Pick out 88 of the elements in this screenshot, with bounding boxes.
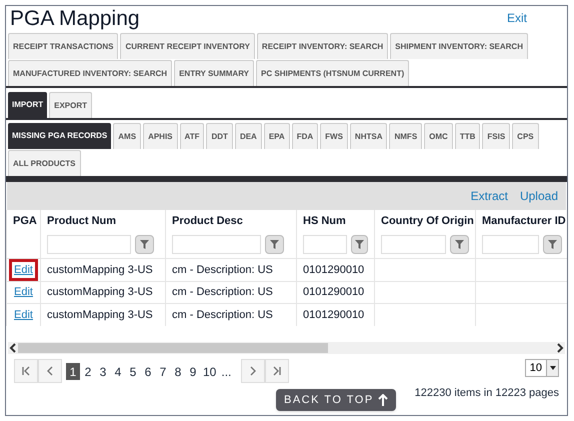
- window-title: PGA Mapping: [10, 8, 140, 28]
- page-number[interactable]: ...: [219, 362, 234, 380]
- column-header[interactable]: PGA: [6, 210, 40, 232]
- tab[interactable]: APHIS: [143, 123, 178, 149]
- horizontal-scrollbar[interactable]: [8, 342, 565, 354]
- tab[interactable]: TTB: [454, 123, 480, 149]
- tab[interactable]: EXPORT: [49, 92, 92, 118]
- filter-button[interactable]: [450, 235, 469, 254]
- page-number[interactable]: 3: [96, 362, 110, 380]
- table-cell: cm - Description: US: [172, 308, 273, 320]
- filter-icon: [354, 240, 364, 250]
- tab[interactable]: CPS: [512, 123, 539, 149]
- page-number[interactable]: 2: [81, 362, 95, 380]
- previous-page-icon: [46, 366, 54, 376]
- tab[interactable]: ALL PRODUCTS: [8, 150, 81, 176]
- tab[interactable]: RECEIPT TRANSACTIONS: [8, 33, 118, 59]
- edit-link[interactable]: Edit: [9, 284, 38, 301]
- filter-field[interactable]: [47, 235, 131, 254]
- filter-field[interactable]: [381, 235, 446, 254]
- next-page-icon: [249, 366, 258, 376]
- tab[interactable]: EPA: [264, 123, 290, 149]
- first-page-icon: [21, 366, 31, 376]
- column-header[interactable]: Manufacturer ID: [476, 210, 567, 232]
- column-header[interactable]: HS Num: [296, 210, 374, 232]
- table-cell: cm - Description: US: [172, 286, 273, 298]
- page-number[interactable]: 7: [156, 362, 170, 380]
- page-number[interactable]: 9: [186, 362, 200, 380]
- table-cell: customMapping 3-US: [47, 308, 153, 320]
- tab[interactable]: NHTSA: [350, 123, 388, 149]
- filter-icon: [270, 240, 278, 250]
- tab[interactable]: DEA: [234, 123, 262, 149]
- table-cell: customMapping 3-US: [47, 264, 153, 276]
- page-number[interactable]: 5: [126, 362, 140, 380]
- tab[interactable]: FSIS: [482, 123, 510, 149]
- tab[interactable]: RECEIPT INVENTORY: SEARCH: [256, 33, 388, 59]
- filter-button[interactable]: [135, 235, 154, 254]
- first-page-button[interactable]: [14, 359, 38, 383]
- filter-field[interactable]: [172, 235, 260, 254]
- tab[interactable]: CURRENT RECEIPT INVENTORY: [120, 33, 255, 59]
- tab[interactable]: FDA: [292, 123, 318, 149]
- column-header[interactable]: Product Desc: [166, 210, 296, 232]
- upload-link[interactable]: Upload: [520, 187, 558, 205]
- last-page-icon: [272, 366, 282, 376]
- filter-field[interactable]: [303, 235, 347, 254]
- tab[interactable]: ATF: [180, 123, 204, 149]
- table-cell: 0101290010: [303, 286, 364, 298]
- pager-summary: 122230 items in 12223 pages: [414, 386, 559, 401]
- tab[interactable]: MISSING PGA RECORDS: [8, 123, 112, 149]
- tab[interactable]: ENTRY SUMMARY: [174, 60, 254, 86]
- page-number[interactable]: 4: [111, 362, 125, 380]
- last-page-button[interactable]: [265, 359, 290, 383]
- tab[interactable]: AMS: [113, 123, 142, 149]
- arrow-up-icon: [378, 394, 388, 406]
- page-number[interactable]: 10: [201, 362, 218, 380]
- table-cell: 0101290010: [303, 264, 364, 276]
- page-number[interactable]: 8: [171, 362, 185, 380]
- exit-link[interactable]: Exit: [506, 9, 527, 27]
- scrollbar-thumb[interactable]: [18, 343, 328, 353]
- table-cell: 0101290010: [303, 308, 364, 320]
- scroll-right-icon[interactable]: [555, 343, 565, 353]
- scroll-left-icon[interactable]: [8, 343, 18, 353]
- filter-button[interactable]: [350, 235, 368, 254]
- filter-field[interactable]: [482, 235, 540, 254]
- page-number[interactable]: 6: [141, 362, 155, 380]
- filter-icon: [140, 240, 149, 250]
- tab[interactable]: SHIPMENT INVENTORY: SEARCH: [390, 33, 528, 59]
- extract-link[interactable]: Extract: [470, 187, 508, 205]
- edit-link[interactable]: Edit: [9, 258, 38, 281]
- table-cell: customMapping 3-US: [47, 286, 153, 298]
- edit-link[interactable]: Edit: [9, 306, 38, 323]
- tab[interactable]: NMFS: [389, 123, 422, 149]
- page-size-select[interactable]: 10: [524, 359, 559, 377]
- column-header[interactable]: Country Of Origin: [374, 210, 476, 232]
- dropdown-icon: [550, 366, 556, 370]
- tab[interactable]: FWS: [320, 123, 348, 149]
- tab[interactable]: PC SHIPMENTS (HTSNUM CURRENT): [256, 60, 410, 86]
- page-number[interactable]: 1: [66, 362, 80, 380]
- filter-icon: [548, 240, 557, 250]
- column-header[interactable]: Product Num: [40, 210, 166, 232]
- filter-button[interactable]: [543, 235, 562, 254]
- filter-icon: [455, 240, 464, 250]
- tab[interactable]: MANUFACTURED INVENTORY: SEARCH: [8, 60, 172, 86]
- tab[interactable]: DDT: [206, 123, 233, 149]
- back-to-top-button[interactable]: BACK TO TOP: [276, 389, 396, 411]
- filter-button[interactable]: [264, 235, 284, 254]
- tab[interactable]: IMPORT: [8, 92, 48, 118]
- table-cell: cm - Description: US: [172, 264, 273, 276]
- tab[interactable]: OMC: [424, 123, 453, 149]
